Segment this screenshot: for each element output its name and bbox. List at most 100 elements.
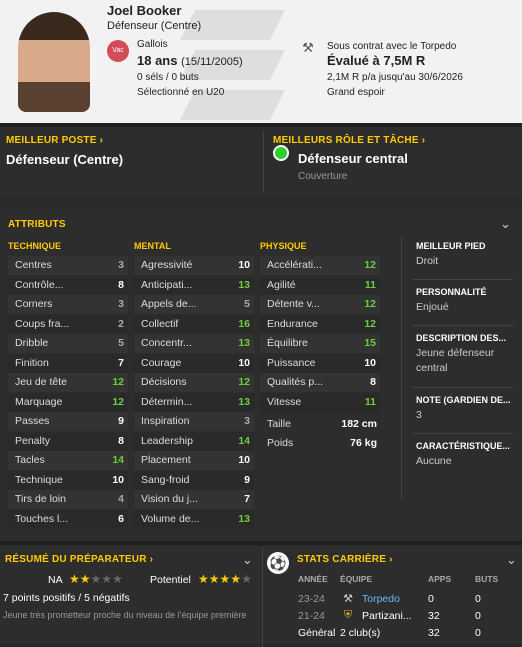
- attribute-label: Placement: [141, 454, 191, 466]
- technique-header: TECHNIQUE: [8, 241, 62, 251]
- attribute-row[interactable]: Sang-froid 9: [134, 470, 254, 490]
- career-team[interactable]: Torpedo: [362, 593, 400, 605]
- attribute-row[interactable]: Volume de... 13: [134, 509, 254, 529]
- attribute-row[interactable]: Dribble 5: [8, 334, 128, 353]
- attribute-label: Courage: [141, 356, 182, 369]
- club-crest-icon[interactable]: ⚒: [341, 592, 355, 606]
- best-role-value[interactable]: Défenseur central: [298, 151, 408, 166]
- attribute-row[interactable]: Collectif 16: [134, 314, 254, 334]
- nationality-flag-icon[interactable]: Vac: [107, 40, 129, 62]
- attribute-label: Contrôle...: [15, 278, 64, 291]
- attribute-row[interactable]: Touches l... 6: [8, 509, 128, 529]
- attribute-label: Technique: [15, 473, 63, 486]
- attribute-label: Tacles: [15, 454, 45, 466]
- attribute-row[interactable]: Vitesse 11: [260, 392, 380, 412]
- attribute-row[interactable]: Agilité 11: [260, 275, 380, 295]
- attribute-row[interactable]: Vision du j... 7: [134, 490, 254, 509]
- attribute-row[interactable]: Placement 10: [134, 451, 254, 470]
- chevron-down-icon[interactable]: ⌄: [506, 552, 517, 568]
- career-year: Général: [298, 627, 336, 639]
- star-icon: ★: [79, 572, 91, 586]
- attribute-value: 7: [118, 356, 124, 369]
- attribute-row[interactable]: Passes 9: [8, 412, 128, 431]
- attribute-row[interactable]: Appels de... 5: [134, 295, 254, 314]
- col-goals: BUTS: [475, 574, 499, 584]
- attribute-value: 5: [244, 298, 250, 310]
- attribute-label: Vitesse: [267, 395, 302, 408]
- attribute-value: 13: [238, 337, 250, 349]
- best-position-title[interactable]: MEILLEUR POSTE ›: [6, 135, 103, 146]
- weight-value: 76 kg: [350, 437, 377, 449]
- attribute-row[interactable]: Courage 10: [134, 353, 254, 373]
- attribute-row[interactable]: Équilibre 15: [260, 334, 380, 353]
- attribute-row[interactable]: Corners 3: [8, 295, 128, 314]
- divider: [262, 547, 263, 647]
- attribute-row[interactable]: Concentr... 13: [134, 334, 254, 353]
- player-age: 18 ans (15/11/2005): [137, 53, 243, 68]
- chevron-down-icon[interactable]: ⌄: [500, 216, 511, 232]
- attribute-value: 5: [118, 337, 124, 349]
- attribute-label: Endurance: [267, 317, 318, 330]
- star-icon: ★: [219, 572, 231, 586]
- star-icon: ★: [90, 572, 102, 586]
- divider: [412, 387, 513, 388]
- attribute-value: 12: [364, 317, 376, 330]
- attribute-label: Qualités p...: [267, 376, 324, 388]
- attribute-row[interactable]: Marquage 12: [8, 392, 128, 412]
- attribute-row[interactable]: Détermin... 13: [134, 392, 254, 412]
- current-ability-label: NA: [48, 574, 63, 586]
- attribute-row[interactable]: Anticipati... 13: [134, 275, 254, 295]
- attribute-label: Penalty: [15, 434, 51, 447]
- attribute-row[interactable]: Décisions 12: [134, 373, 254, 392]
- attribute-row[interactable]: Puissance 10: [260, 353, 380, 373]
- coach-report-title[interactable]: RÉSUMÉ DU PRÉPARATEUR ›: [5, 554, 153, 565]
- nationality[interactable]: Gallois: [137, 39, 168, 50]
- attribute-row[interactable]: Accélérati... 12: [260, 256, 380, 275]
- club-crest-icon[interactable]: ⚒: [301, 40, 315, 56]
- career-stats-title[interactable]: STATS CARRIÈRE ›: [297, 554, 393, 565]
- attribute-row[interactable]: Technique 10: [8, 470, 128, 490]
- attribute-value: 3: [118, 259, 124, 271]
- star-icon: ★: [101, 572, 113, 586]
- attribute-value: 9: [244, 473, 250, 486]
- attribute-row[interactable]: Centres 3: [8, 256, 128, 275]
- attribute-value: 13: [238, 395, 250, 408]
- attribute-row[interactable]: Jeu de tête 12: [8, 373, 128, 392]
- attribute-row[interactable]: Contrôle... 8: [8, 275, 128, 295]
- attribute-label: Appels de...: [141, 298, 197, 310]
- attribute-row[interactable]: Finition 7: [8, 353, 128, 373]
- divider: [263, 131, 264, 193]
- preferred-foot: MEILLEUR PIED Droit: [416, 241, 486, 267]
- chevron-right-icon: ›: [99, 135, 104, 146]
- attribute-row[interactable]: Endurance 12: [260, 314, 380, 334]
- star-icon: ★: [69, 572, 80, 586]
- attribute-row[interactable]: Qualités p... 8: [260, 373, 380, 392]
- best-role-title[interactable]: MEILLEURS RÔLE ET TÂCHE ›: [273, 135, 425, 146]
- attribute-value: 13: [238, 512, 250, 525]
- chevron-down-icon[interactable]: ⌄: [242, 552, 253, 568]
- attribute-value: 14: [238, 434, 250, 447]
- attribute-value: 12: [112, 376, 124, 388]
- attribute-row[interactable]: Coups fra... 2: [8, 314, 128, 334]
- attribute-row[interactable]: Inspiration 3: [134, 412, 254, 431]
- club-crest-icon[interactable]: ⛨: [341, 609, 355, 623]
- attribute-value: 12: [238, 376, 250, 388]
- attribute-label: Dribble: [15, 337, 49, 349]
- selection-status: Sélectionné en U20: [137, 87, 225, 98]
- attribute-row[interactable]: Agressivité 10: [134, 256, 254, 275]
- attribute-row[interactable]: Détente v... 12: [260, 295, 380, 314]
- attribute-label: Détermin...: [141, 395, 193, 408]
- goalkeeper-rating: NOTE (GARDIEN DE... 3: [416, 395, 511, 421]
- career-team[interactable]: Partizani...: [362, 610, 412, 622]
- attribute-value: 15: [364, 337, 376, 349]
- attribute-row[interactable]: Penalty 8: [8, 431, 128, 451]
- attribute-value: 3: [244, 415, 250, 427]
- attribute-row[interactable]: Tirs de loin 4: [8, 490, 128, 509]
- attribute-row[interactable]: Tacles 14: [8, 451, 128, 470]
- col-year: ANNÉE: [298, 574, 328, 584]
- contract-info[interactable]: Sous contrat avec le Torpedo: [327, 41, 456, 52]
- career-goals: 0: [475, 593, 481, 605]
- attribute-row[interactable]: Leadership 14: [134, 431, 254, 451]
- attribute-label: Vision du j...: [141, 493, 199, 505]
- career-goals: 0: [475, 627, 481, 639]
